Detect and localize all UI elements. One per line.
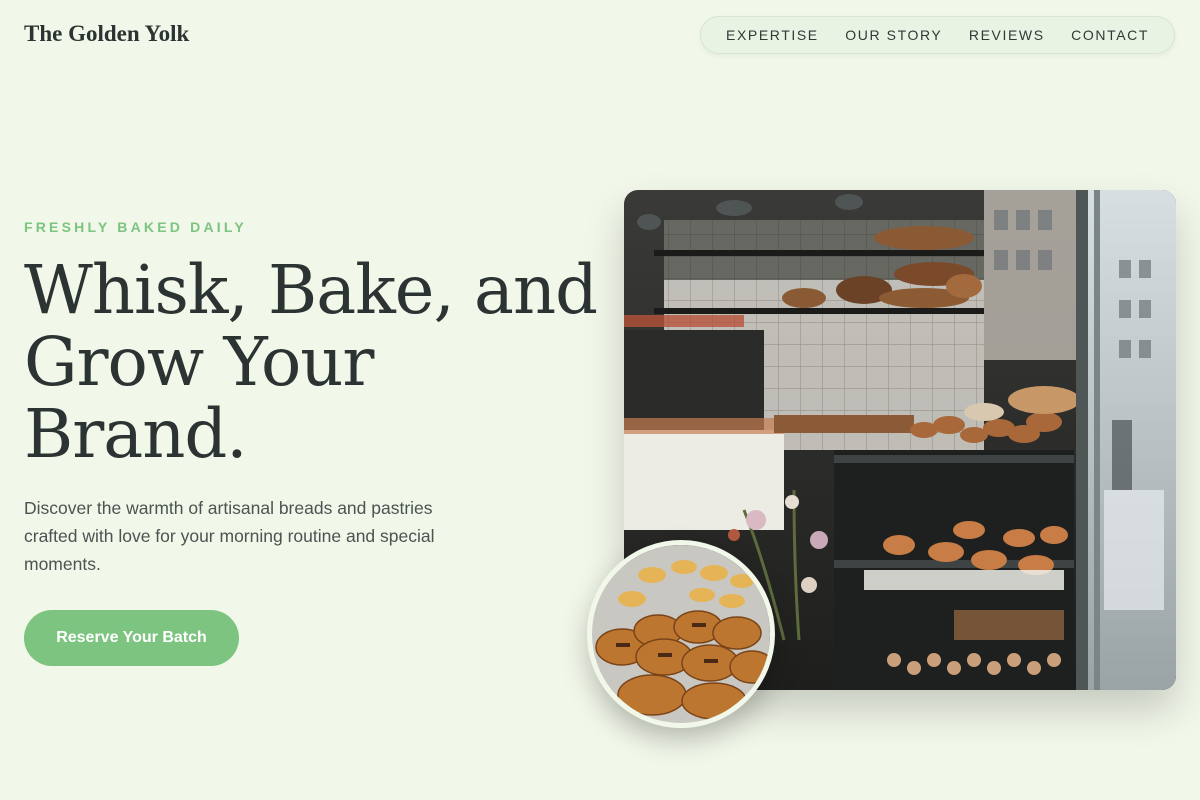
hero-description: Discover the warmth of artisanal breads … (24, 498, 435, 574)
nav-item-reviews[interactable]: REVIEWS (969, 27, 1045, 43)
headline-line-2: Grow Your (24, 323, 374, 401)
nav-item-our-story[interactable]: OUR STORY (845, 27, 942, 43)
headline-line-1: Whisk, Bake, and (24, 251, 598, 329)
nav-item-expertise[interactable]: EXPERTISE (726, 27, 819, 43)
reserve-batch-button[interactable]: Reserve Your Batch (24, 610, 239, 666)
hero-headline: Whisk, Bake, and Grow Your Brand. (24, 254, 604, 470)
hero-eyebrow: FRESHLY BAKED DAILY (24, 219, 247, 235)
nav-item-contact[interactable]: CONTACT (1071, 27, 1149, 43)
pastry-tray-image (587, 540, 775, 728)
brand-logo[interactable]: The Golden Yolk (24, 21, 189, 47)
headline-line-3: Brand. (24, 395, 248, 473)
pastry-tray-illustration (592, 545, 770, 723)
main-nav: EXPERTISE OUR STORY REVIEWS CONTACT (700, 16, 1175, 54)
